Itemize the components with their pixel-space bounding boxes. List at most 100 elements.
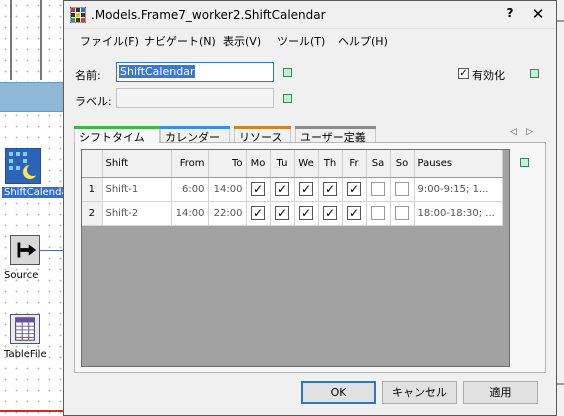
name-inherit-indicator[interactable] (283, 68, 292, 77)
active-inherit-indicator[interactable] (530, 69, 539, 78)
cell-to[interactable]: 22:00 (208, 201, 247, 226)
cell-tu: ✓ (270, 177, 295, 202)
editor-right-edge (557, 0, 564, 416)
shift-times-panel: Shift From To Mo Tu We Th Fr Sa So Pause… (74, 142, 546, 373)
label-field[interactable] (116, 88, 274, 108)
cell-sa (366, 201, 391, 226)
tab-resources[interactable]: リソース (234, 126, 291, 144)
shift-calendar-icon (5, 148, 41, 184)
cell-sa (366, 177, 391, 202)
label-inherit-indicator[interactable] (283, 94, 292, 103)
day-checkbox[interactable]: ✓ (275, 206, 289, 220)
cancel-button[interactable]: キャンセル (382, 381, 457, 404)
tab-label: シフトタイム (79, 131, 145, 144)
column-header-fr[interactable]: Fr (342, 150, 367, 178)
editor-top-fragment (0, 0, 60, 80)
tab-shift-times[interactable]: シフトタイム (74, 126, 160, 144)
column-header-pauses[interactable]: Pauses (414, 150, 503, 178)
menu-view[interactable]: 表示(V) (223, 33, 261, 49)
day-checkbox[interactable]: ✓ (275, 182, 289, 196)
name-field[interactable]: ShiftCalendar (116, 62, 274, 82)
day-checkbox[interactable] (395, 182, 409, 196)
cell-so (390, 201, 415, 226)
menu-navigate[interactable]: ナビゲート(N) (144, 33, 216, 49)
title-bar[interactable]: .Models.Frame7_worker2.ShiftCalendar ? ✕ (64, 1, 556, 29)
cell-shift[interactable]: Shift-2 (102, 201, 172, 226)
source-label: Source (4, 270, 39, 281)
cell-to[interactable]: 14:00 (208, 177, 247, 202)
cell-from[interactable]: 14:00 (171, 201, 209, 226)
column-header-from[interactable]: From (171, 150, 209, 178)
day-checkbox[interactable]: ✓ (323, 206, 337, 220)
table-row[interactable]: 1 Shift-1 6:00 14:00 ✓ ✓ ✓ ✓ ✓ 9:00-9:15… (82, 177, 503, 202)
tab-stripe (160, 126, 230, 129)
menu-bar: ファイル(F) ナビゲート(N) 表示(V) ツール(T) ヘルプ(H) (64, 29, 556, 51)
menu-file[interactable]: ファイル(F) (80, 33, 139, 49)
row-number[interactable]: 2 (82, 201, 103, 226)
editor-red-line (0, 410, 64, 412)
cell-pauses[interactable]: 18:00-18:30; ... (414, 201, 503, 226)
day-checkbox[interactable]: ✓ (323, 182, 337, 196)
day-checkbox[interactable]: ✓ (251, 206, 265, 220)
cell-mo: ✓ (246, 177, 271, 202)
day-checkbox[interactable]: ✓ (347, 182, 361, 196)
column-header-tu[interactable]: Tu (270, 150, 295, 178)
column-header-to[interactable]: To (208, 150, 247, 178)
cell-shift[interactable]: Shift-1 (102, 177, 172, 202)
day-checkbox[interactable]: ✓ (299, 182, 313, 196)
ok-button[interactable]: OK (301, 381, 376, 404)
tab-stripe (295, 126, 376, 129)
menu-tools[interactable]: ツール(T) (277, 33, 325, 49)
cell-so (390, 177, 415, 202)
day-checkbox[interactable]: ✓ (251, 182, 265, 196)
menu-help[interactable]: ヘルプ(H) (338, 33, 388, 49)
cell-tu: ✓ (270, 201, 295, 226)
editor-line (10, 0, 12, 80)
column-header-mo[interactable]: Mo (246, 150, 271, 178)
row-number[interactable]: 1 (82, 177, 103, 202)
column-header-we[interactable]: We (294, 150, 319, 178)
tablefile-label: TableFile (4, 349, 47, 360)
cell-th: ✓ (318, 177, 343, 202)
grid-corner-cell (82, 150, 103, 178)
day-checkbox[interactable] (371, 206, 385, 220)
close-button[interactable]: ✕ (528, 5, 548, 23)
tab-user-defined[interactable]: ユーザー定義 (295, 126, 376, 144)
tab-calendar[interactable]: カレンダー (160, 126, 230, 144)
day-checkbox[interactable] (395, 206, 409, 220)
tab-scroll-right-icon[interactable]: ▷ (526, 127, 533, 137)
cell-we: ✓ (294, 201, 319, 226)
tab-stripe (74, 126, 160, 129)
editor-line (557, 20, 564, 22)
source-icon (10, 235, 40, 265)
shift-calendar-dialog: .Models.Frame7_worker2.ShiftCalendar ? ✕… (63, 0, 557, 416)
day-checkbox[interactable]: ✓ (299, 206, 313, 220)
apply-button[interactable]: 適用 (463, 381, 538, 404)
column-header-so[interactable]: So (390, 150, 415, 178)
cell-we: ✓ (294, 177, 319, 202)
cell-from[interactable]: 6:00 (171, 177, 209, 202)
cell-fr: ✓ (342, 177, 367, 202)
window-title: .Models.Frame7_worker2.ShiftCalendar (91, 8, 326, 22)
active-checkbox[interactable]: ✓ (458, 68, 469, 79)
cell-fr: ✓ (342, 201, 367, 226)
name-label: 名前: (75, 69, 101, 82)
day-checkbox[interactable] (371, 182, 385, 196)
shift-calendar-label: ShiftCalenda (2, 187, 70, 198)
column-header-shift[interactable]: Shift (102, 150, 172, 178)
name-value: ShiftCalendar (119, 65, 196, 78)
column-header-sa[interactable]: Sa (366, 150, 391, 178)
editor-frame-band (0, 82, 64, 112)
shift-grid[interactable]: Shift From To Mo Tu We Th Fr Sa So Pause… (81, 149, 510, 367)
day-checkbox[interactable]: ✓ (347, 206, 361, 220)
table-row[interactable]: 2 Shift-2 14:00 22:00 ✓ ✓ ✓ ✓ ✓ 18:00-18… (82, 201, 503, 226)
cell-th: ✓ (318, 201, 343, 226)
tab-scroll-left-icon[interactable]: ◁ (510, 127, 517, 137)
cell-pauses[interactable]: 9:00-9:15; 1... (414, 177, 503, 202)
help-button[interactable]: ? (502, 6, 518, 20)
label-label: ラベル: (75, 95, 112, 108)
column-header-th[interactable]: Th (318, 150, 343, 178)
grid-inherit-indicator[interactable] (520, 158, 529, 167)
tablefile-icon (10, 314, 40, 344)
grid-header-row: Shift From To Mo Tu We Th Fr Sa So Pause… (82, 150, 503, 178)
